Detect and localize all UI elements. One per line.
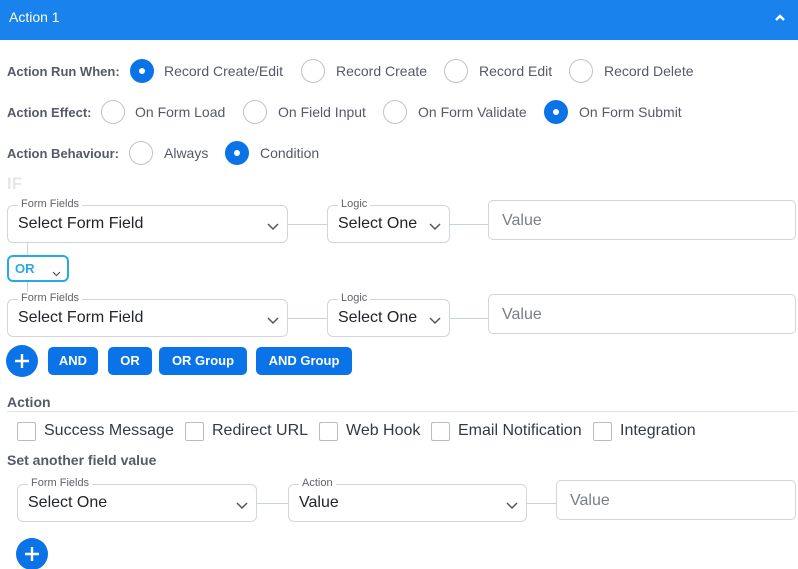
value-input-2[interactable]: Value <box>488 294 796 334</box>
or-joiner-value: OR <box>15 261 35 276</box>
checkbox-integration-label: Integration <box>620 422 696 439</box>
form-field-legend: Form Fields <box>28 477 93 489</box>
radio-record-create-edit[interactable] <box>130 59 154 83</box>
connector-line <box>27 243 28 255</box>
plus-icon <box>15 354 29 368</box>
divider <box>7 411 797 412</box>
radio-on-field-input[interactable] <box>243 100 267 124</box>
checkbox-web-hook[interactable] <box>319 422 338 441</box>
or-group-button[interactable]: OR Group <box>159 347 247 375</box>
form-field-select-1[interactable]: Form Fields Select Form Field <box>7 198 288 243</box>
form-field-value: Select One <box>28 494 108 511</box>
set-value-input[interactable]: Value <box>556 480 796 520</box>
chevron-up-icon[interactable] <box>772 10 788 26</box>
checkbox-email-notification-label: Email Notification <box>458 422 582 439</box>
chevron-down-icon <box>429 219 441 231</box>
connector-line <box>257 503 288 504</box>
chevron-down-icon <box>236 498 248 510</box>
and-button[interactable]: AND <box>48 347 98 375</box>
chevron-down-icon <box>267 313 279 325</box>
value-placeholder: Value <box>502 212 542 229</box>
radio-on-form-submit[interactable] <box>544 100 568 124</box>
plus-icon <box>25 547 39 561</box>
and-group-button[interactable]: AND Group <box>256 347 352 375</box>
radio-always[interactable] <box>129 141 153 165</box>
radio-always-label: Always <box>164 145 209 161</box>
set-form-field-select[interactable]: Form Fields Select One <box>17 477 257 522</box>
radio-record-delete[interactable] <box>569 59 593 83</box>
chevron-down-icon <box>52 265 61 277</box>
radio-record-edit[interactable] <box>444 59 468 83</box>
form-field-value: Select Form Field <box>18 309 144 326</box>
chevron-down-icon <box>506 498 518 510</box>
checkbox-email-notification[interactable] <box>431 422 450 441</box>
connector-line <box>450 318 488 319</box>
radio-condition-label: Condition <box>260 145 320 161</box>
action-header[interactable]: Action 1 <box>0 0 798 40</box>
chevron-down-icon <box>429 313 441 325</box>
radio-record-create-edit-label: Record Create/Edit <box>164 63 284 79</box>
value-input-1[interactable]: Value <box>488 200 796 240</box>
checkbox-success-message-label: Success Message <box>44 422 174 439</box>
checkbox-web-hook-label: Web Hook <box>346 422 421 439</box>
logic-value: Select One <box>338 215 418 232</box>
logic-legend: Logic <box>338 198 371 210</box>
radio-record-create[interactable] <box>301 59 325 83</box>
radio-on-form-submit-label: On Form Submit <box>579 104 682 120</box>
connector-line <box>288 318 327 319</box>
form-field-value: Select Form Field <box>18 215 144 232</box>
logic-legend: Logic <box>338 292 371 304</box>
connector-line <box>527 503 556 504</box>
radio-record-delete-label: Record Delete <box>604 63 694 79</box>
effect-label: Action Effect: <box>7 105 92 120</box>
checkbox-integration[interactable] <box>593 422 612 441</box>
set-field-title: Set another field value <box>7 452 157 468</box>
run-when-label: Action Run When: <box>7 64 120 79</box>
action-title: Action 1 <box>9 9 60 25</box>
add-condition-button[interactable] <box>6 345 38 377</box>
checkbox-redirect-url-label: Redirect URL <box>212 422 309 439</box>
if-label: IF <box>7 174 23 193</box>
action-value: Value <box>299 494 339 511</box>
radio-on-form-load[interactable] <box>101 100 125 124</box>
or-joiner-select[interactable]: OR <box>7 255 69 282</box>
behaviour-label: Action Behaviour: <box>7 146 119 161</box>
radio-record-create-label: Record Create <box>336 63 428 79</box>
action-section-title: Action <box>7 394 51 410</box>
radio-on-field-input-label: On Field Input <box>278 104 366 120</box>
logic-value: Select One <box>338 309 418 326</box>
add-field-value-button[interactable] <box>16 538 48 569</box>
form-field-legend: Form Fields <box>18 198 83 210</box>
value-placeholder: Value <box>570 492 610 509</box>
connector-line <box>288 224 327 225</box>
form-field-legend: Form Fields <box>18 292 83 304</box>
radio-on-form-validate-label: On Form Validate <box>418 104 527 120</box>
logic-select-1[interactable]: Logic Select One <box>327 198 450 243</box>
action-legend: Action <box>299 477 336 489</box>
checkbox-redirect-url[interactable] <box>185 422 204 441</box>
or-button[interactable]: OR <box>108 347 152 375</box>
connector-line <box>450 224 488 225</box>
radio-condition[interactable] <box>225 141 249 165</box>
set-action-select[interactable]: Action Value <box>288 477 527 522</box>
radio-record-edit-label: Record Edit <box>479 63 553 79</box>
radio-on-form-load-label: On Form Load <box>135 104 226 120</box>
checkbox-success-message[interactable] <box>17 422 36 441</box>
chevron-down-icon <box>267 219 279 231</box>
radio-on-form-validate[interactable] <box>383 100 407 124</box>
value-placeholder: Value <box>502 306 542 323</box>
logic-select-2[interactable]: Logic Select One <box>327 292 450 337</box>
form-field-select-2[interactable]: Form Fields Select Form Field <box>7 292 288 337</box>
